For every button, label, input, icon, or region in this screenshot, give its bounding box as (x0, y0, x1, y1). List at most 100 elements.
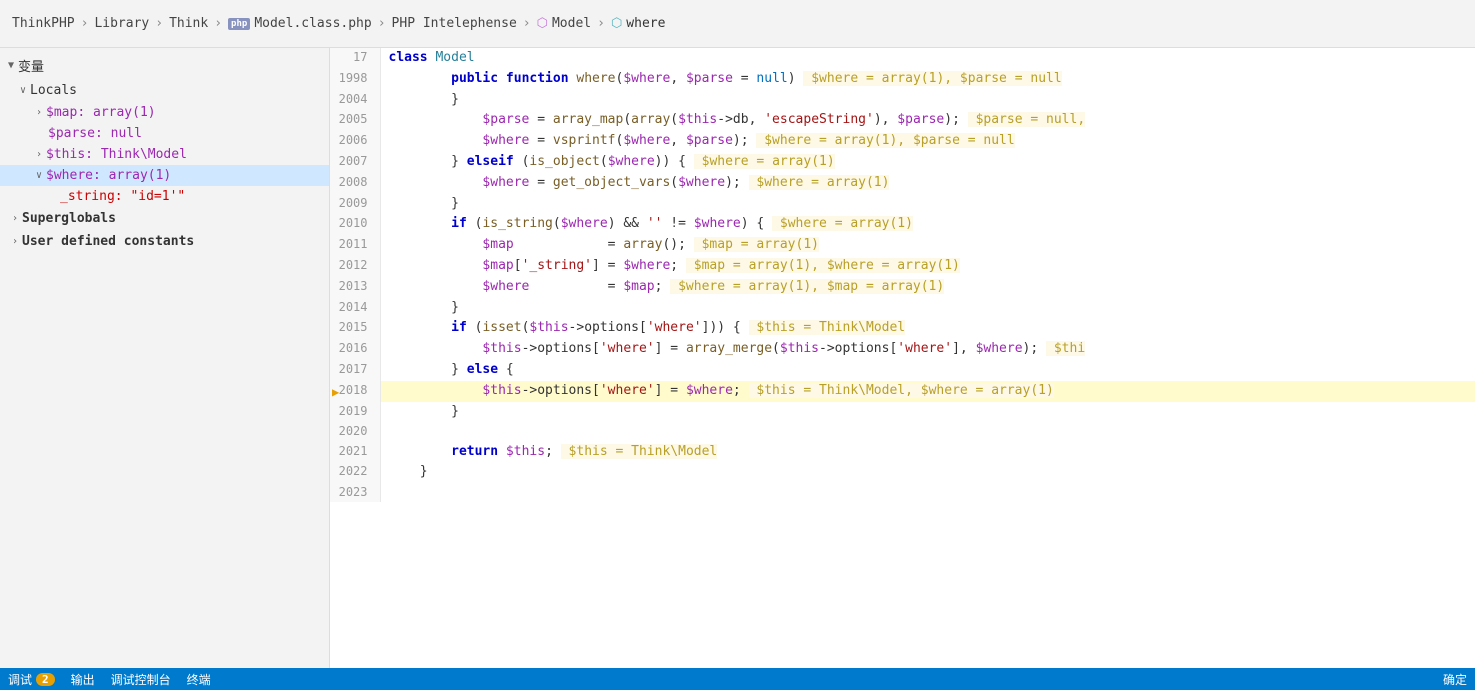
breadcrumb: ThinkPHP › Library › Think › php Model.c… (0, 0, 1475, 48)
line-content-2012: $map['_string'] = $where; $map = array(1… (380, 256, 1475, 277)
table-row: 2015 if (isset($this->options['where']))… (330, 318, 1475, 339)
line-content-2017: } else { (380, 360, 1475, 381)
line-content-1998: public function where($where, $parse = n… (380, 69, 1475, 90)
line-content-2007: } elseif (is_object($where)) { $where = … (380, 152, 1475, 173)
line-num-2019: 2019 (330, 402, 380, 423)
table-row: 2008 $where = get_object_vars($where); $… (330, 173, 1475, 194)
line-num-2017: 2017 (330, 360, 380, 381)
line-content-17: class Model (380, 48, 1475, 69)
debug-label: 调试 (8, 671, 32, 688)
breadcrumb-model[interactable]: Model (552, 16, 591, 31)
status-bar: 调试 2 输出 调试控制台 终端 确定 (0, 668, 1475, 690)
debug-status-item[interactable]: 调试 2 (8, 671, 55, 688)
code-editor: 17 class Model 1998 public function wher… (330, 48, 1475, 668)
user-constants-section-header[interactable]: › User defined constants (0, 230, 329, 253)
filter-label: 调试控制台 (111, 671, 171, 688)
line-num-2012: 2012 (330, 256, 380, 277)
line-content-2019: } (380, 402, 1475, 423)
sidebar: ▼ 变量 ∨ Locals › $map: array(1) $parse: n… (0, 48, 330, 668)
line-num-2021: 2021 (330, 442, 380, 463)
terminal-status-item[interactable]: 终端 (187, 671, 211, 688)
breadcrumb-sep-1: › (81, 16, 89, 31)
table-row: 2021 return $this; $this = Think\Model (330, 442, 1475, 463)
line-content-2014: } (380, 298, 1475, 319)
map-variable-label: $map: array(1) (46, 105, 156, 120)
line-content-2006: $where = vsprintf($where, $parse); $wher… (380, 131, 1475, 152)
locals-section-header[interactable]: ∨ Locals (0, 79, 329, 102)
line-num-2006: 2006 (330, 131, 380, 152)
line-num-2016: 2016 (330, 339, 380, 360)
line-content-2013: $where = $map; $where = array(1), $map =… (380, 277, 1475, 298)
line-num-2018: ▶ 2018 (330, 381, 380, 402)
table-row: 2004 } (330, 90, 1475, 111)
superglobals-label: Superglobals (22, 211, 116, 226)
where-variable-item[interactable]: ∨ $where: array(1) (0, 165, 329, 186)
table-row: 2007 } elseif (is_object($where)) { $whe… (330, 152, 1475, 173)
table-row: 2010 if (is_string($where) && '' != $whe… (330, 214, 1475, 235)
variables-label: 变量 (18, 56, 44, 75)
breadcrumb-think[interactable]: Think (169, 16, 208, 31)
filter-status-item[interactable]: 调试控制台 (111, 671, 171, 688)
this-variable-item[interactable]: › $this: Think\Model (0, 144, 329, 165)
table-row: 17 class Model (330, 48, 1475, 69)
line-content-2023 (380, 483, 1475, 502)
line-content-2018: $this->options['where'] = $where; $this … (380, 381, 1475, 402)
line-content-2015: if (isset($this->options['where'])) { $t… (380, 318, 1475, 339)
table-row-breakpoint: ▶ 2018 $this->options['where'] = $where;… (330, 381, 1475, 402)
superglobals-section-header[interactable]: › Superglobals (0, 207, 329, 230)
table-row: 2022 } (330, 462, 1475, 483)
where-string-item[interactable]: _string: "id=1'" (0, 186, 329, 207)
table-row: 2016 $this->options['where'] = array_mer… (330, 339, 1475, 360)
user-constants-chevron: › (12, 236, 18, 247)
breadcrumb-model-class[interactable]: Model.class.php (254, 16, 371, 31)
table-row: 2014 } (330, 298, 1475, 319)
breadcrumb-thinkphp[interactable]: ThinkPHP (12, 16, 75, 31)
breadcrumb-library[interactable]: Library (94, 16, 149, 31)
line-content-2009: } (380, 194, 1475, 215)
table-row: 2005 $parse = array_map(array($this->db,… (330, 110, 1475, 131)
output-status-item[interactable]: 输出 (71, 671, 95, 688)
breadcrumb-sep-5: › (523, 16, 531, 31)
line-num-2015: 2015 (330, 318, 380, 339)
line-num-2013: 2013 (330, 277, 380, 298)
breadcrumb-sep-3: › (214, 16, 222, 31)
line-content-2011: $map = array(); $map = array(1) (380, 235, 1475, 256)
line-num-2008: 2008 (330, 173, 380, 194)
line-num-2011: 2011 (330, 235, 380, 256)
line-num-2023: 2023 (330, 483, 380, 502)
where-chevron: ∨ (36, 170, 42, 181)
line-num-17: 17 (330, 48, 380, 69)
line-num-1998: 1998 (330, 69, 380, 90)
parse-variable-item[interactable]: $parse: null (0, 123, 329, 144)
locals-chevron: ∨ (20, 85, 26, 96)
output-label: 输出 (71, 671, 95, 688)
table-row: 2017 } else { (330, 360, 1475, 381)
breadcrumb-php-intelephense[interactable]: PHP Intelephense (392, 16, 517, 31)
line-content-2021: return $this; $this = Think\Model (380, 442, 1475, 463)
variables-section-header[interactable]: ▼ 变量 (0, 52, 329, 79)
line-content-2008: $where = get_object_vars($where); $where… (380, 173, 1475, 194)
code-table: 17 class Model 1998 public function wher… (330, 48, 1475, 502)
breadcrumb-sep-4: › (378, 16, 386, 31)
line-content-2022: } (380, 462, 1475, 483)
superglobals-chevron: › (12, 213, 18, 224)
line-num-2007: 2007 (330, 152, 380, 173)
terminal-label: 终端 (187, 671, 211, 688)
breadcrumb-model-icon: ⬡ (537, 16, 548, 31)
variables-chevron: ▼ (8, 60, 14, 71)
line-num-2014: 2014 (330, 298, 380, 319)
breadcrumb-where[interactable]: where (626, 16, 665, 31)
table-row: 2006 $where = vsprintf($where, $parse); … (330, 131, 1475, 152)
line-num-2020: 2020 (330, 422, 380, 441)
breakpoint-arrow-icon: ▶ (332, 383, 339, 402)
line-num-2004: 2004 (330, 90, 380, 111)
line-num-2010: 2010 (330, 214, 380, 235)
table-row: 2023 (330, 483, 1475, 502)
map-variable-item[interactable]: › $map: array(1) (0, 102, 329, 123)
where-variable-label: $where: array(1) (46, 168, 171, 183)
confirm-status-item[interactable]: 确定 (1443, 671, 1467, 688)
line-num-2005: 2005 (330, 110, 380, 131)
line-content-2016: $this->options['where'] = array_merge($t… (380, 339, 1475, 360)
table-row: 2012 $map['_string'] = $where; $map = ar… (330, 256, 1475, 277)
table-row: 2011 $map = array(); $map = array(1) (330, 235, 1475, 256)
